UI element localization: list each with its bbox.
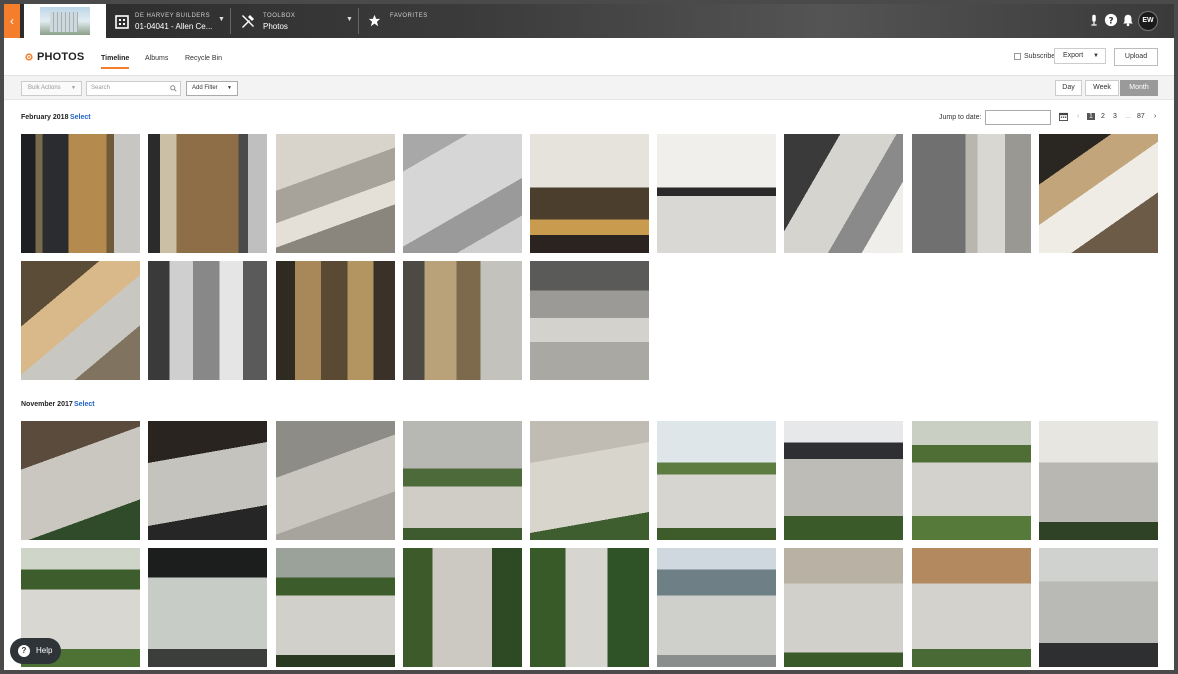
section-date-nov-2017: November 2017 (21, 401, 73, 408)
project-selector[interactable]: DE HARVEY BUILDERS 01-04041 - Allen Ce..… (108, 4, 228, 38)
svg-text:?: ? (1108, 17, 1113, 27)
caret-down-icon: ▼ (227, 85, 232, 91)
photo-thumbnail[interactable] (148, 421, 267, 540)
toolbox-label: TOOLBOX (263, 13, 296, 19)
add-filter-label: Add Filter (192, 85, 218, 91)
photo-thumbnail[interactable] (148, 134, 267, 253)
favorites-label: FAVORITES (390, 13, 428, 19)
subscribe-checkbox[interactable] (1014, 53, 1021, 60)
photo-thumbnail[interactable] (1039, 548, 1158, 667)
photo-thumbnail[interactable] (657, 134, 776, 253)
help-icon[interactable]: ? (1104, 13, 1118, 27)
photo-thumbnail[interactable] (21, 261, 140, 380)
photo-thumbnail[interactable] (276, 548, 395, 667)
project-name: 01-04041 - Allen Ce... (135, 22, 213, 31)
photo-thumbnail[interactable] (784, 134, 903, 253)
view-week-button[interactable]: Week (1085, 80, 1119, 96)
toolbox-selector[interactable]: TOOLBOX Photos ▼ (232, 4, 356, 38)
project-thumbnail[interactable] (24, 4, 106, 38)
tab-albums[interactable]: Albums (145, 55, 168, 62)
subscribe-label: Subscribe (1024, 53, 1056, 60)
pagination-prev-icon[interactable]: ‹ (1077, 113, 1079, 120)
page-ellipsis: ... (1125, 113, 1131, 120)
building-icon (115, 15, 129, 29)
photo-thumbnail[interactable] (21, 134, 140, 253)
jump-to-date-input[interactable] (985, 110, 1051, 125)
photo-thumbnail[interactable] (530, 261, 649, 380)
photo-thumbnail[interactable] (403, 261, 522, 380)
user-avatar[interactable]: EW (1138, 11, 1158, 31)
export-label: Export (1063, 52, 1084, 59)
caret-down-icon: ▼ (1093, 53, 1099, 59)
question-icon: ? (18, 645, 30, 657)
section-date-feb-2018: February 2018 (21, 114, 69, 121)
photo-thumbnail[interactable] (657, 548, 776, 667)
gear-icon (25, 53, 33, 61)
photo-thumbnail[interactable] (912, 134, 1031, 253)
photo-thumbnail[interactable] (530, 548, 649, 667)
photo-thumbnail[interactable] (1039, 421, 1158, 540)
tool-header: PHOTOS Timeline Albums Recycle Bin Subsc… (4, 38, 1174, 76)
page-2[interactable]: 2 (1101, 113, 1105, 120)
photo-thumbnail[interactable] (912, 548, 1031, 667)
search-input[interactable]: Search (86, 81, 181, 96)
microphone-icon[interactable] (1087, 13, 1101, 27)
photos-panel: PHOTOS Timeline Albums Recycle Bin Subsc… (4, 38, 1174, 670)
photo-thumbnail[interactable] (912, 421, 1031, 540)
photo-thumbnail[interactable] (148, 548, 267, 667)
help-button[interactable]: ? Help (10, 638, 61, 664)
page-1[interactable]: 1 (1087, 113, 1095, 120)
bulk-actions-label: Bulk Actions (28, 85, 61, 91)
current-tool: Photos (263, 22, 288, 31)
photo-thumbnail[interactable] (276, 134, 395, 253)
page-87[interactable]: 87 (1137, 113, 1145, 120)
search-icon (170, 85, 177, 92)
photo-thumbnail[interactable] (657, 421, 776, 540)
chevron-down-icon: ▼ (346, 16, 353, 23)
photo-thumbnail[interactable] (403, 134, 522, 253)
search-placeholder: Search (91, 85, 111, 91)
star-icon (368, 14, 381, 27)
subscribe-toggle[interactable]: Subscribe (1014, 53, 1055, 60)
company-name: DE HARVEY BUILDERS (135, 13, 211, 19)
photo-thumbnail[interactable] (530, 421, 649, 540)
photo-thumbnail[interactable] (148, 261, 267, 380)
export-dropdown[interactable]: Export ▼ (1054, 48, 1106, 64)
view-month-button[interactable]: Month (1120, 80, 1158, 96)
bulk-actions-dropdown[interactable]: Bulk Actions ▼ (21, 81, 82, 96)
photo-thumbnail[interactable] (21, 421, 140, 540)
help-label: Help (36, 646, 53, 655)
upload-button[interactable]: Upload (1114, 48, 1158, 66)
photo-thumbnail[interactable] (276, 421, 395, 540)
favorites-menu[interactable]: FAVORITES (360, 4, 440, 38)
calendar-icon[interactable] (1059, 112, 1068, 121)
add-filter-dropdown[interactable]: Add Filter ▼ (186, 81, 238, 96)
view-day-button[interactable]: Day (1055, 80, 1082, 96)
photo-thumbnail[interactable] (784, 548, 903, 667)
page-title: PHOTOS (37, 51, 85, 63)
tab-recycle-bin[interactable]: Recycle Bin (185, 55, 222, 62)
collapse-arrow-icon[interactable]: ‹ (4, 4, 20, 38)
bell-icon[interactable] (1121, 13, 1135, 27)
photo-thumbnail[interactable] (784, 421, 903, 540)
top-navigation-bar: ‹ DE HARVEY BUILDERS 01-04041 - Allen Ce… (4, 4, 1174, 38)
page-3[interactable]: 3 (1113, 113, 1117, 120)
jump-to-date-label: Jump to date: (939, 114, 982, 121)
select-link-nov-2017[interactable]: Select (74, 401, 95, 408)
select-link-feb-2018[interactable]: Select (70, 114, 91, 121)
photo-thumbnail[interactable] (276, 261, 395, 380)
photo-thumbnail[interactable] (403, 421, 522, 540)
photo-thumbnail[interactable] (403, 548, 522, 667)
tab-timeline[interactable]: Timeline (101, 55, 130, 69)
photo-thumbnail[interactable] (1039, 134, 1158, 253)
caret-down-icon: ▼ (71, 85, 76, 91)
photo-thumbnail[interactable] (530, 134, 649, 253)
tools-icon (242, 15, 254, 28)
chevron-down-icon: ▼ (218, 16, 225, 23)
pagination-next-icon[interactable]: › (1154, 113, 1156, 120)
